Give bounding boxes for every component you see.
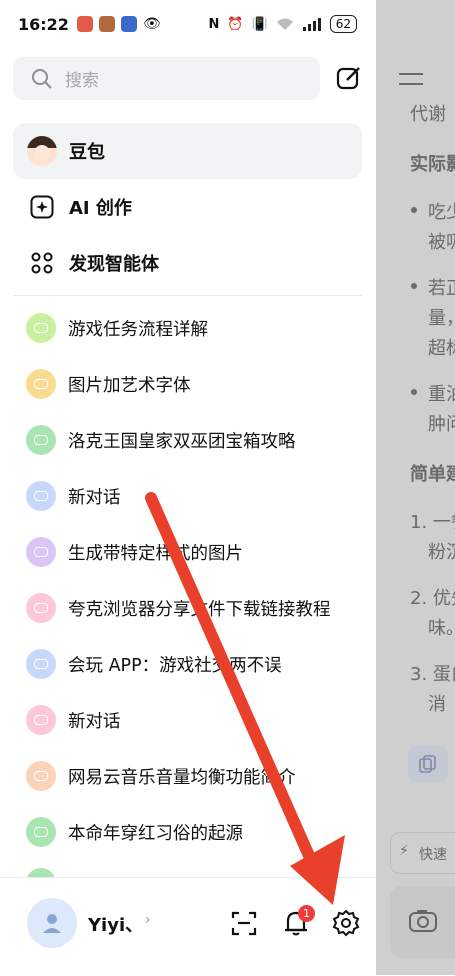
bg-text: 粉沉 xyxy=(428,542,455,563)
list-item[interactable]: 游戏任务流程详解 xyxy=(13,300,362,356)
bg-text: 超标 xyxy=(428,338,455,359)
eye-icon: 👁 xyxy=(142,16,161,32)
app-notification-icon xyxy=(120,16,137,32)
search-placeholder: 搜索 xyxy=(65,71,99,91)
bullet-dot xyxy=(411,207,417,213)
list-item[interactable]: 新对话 xyxy=(13,468,362,524)
bg-text: 味。 xyxy=(428,618,455,639)
chat-bubble-icon xyxy=(26,369,56,399)
app-notification-icon xyxy=(98,16,115,32)
chat-bubble-icon xyxy=(26,761,56,791)
chat-bubble-icon xyxy=(26,649,56,679)
lightning-icon: ⚡ xyxy=(399,843,409,859)
edit-icon xyxy=(336,67,360,90)
chat-title: 游戏任务流程详解 xyxy=(68,319,208,340)
chat-title: 洛克王国皇家双巫团宝箱攻略 xyxy=(68,431,296,452)
nav-doubao[interactable]: 豆包 xyxy=(13,123,362,179)
chat-bubble-icon xyxy=(26,817,56,847)
bg-text: 消 xyxy=(428,694,446,715)
scan-button[interactable] xyxy=(229,908,259,938)
list-item[interactable]: 洛克王国皇家双巫团宝箱攻略 xyxy=(13,412,362,468)
list-item[interactable]: 生成带特定样式的图片 xyxy=(13,524,362,580)
copy-button[interactable] xyxy=(408,746,448,782)
nav-label: AI 创作 xyxy=(69,198,132,219)
bg-text: 吃少 xyxy=(428,202,455,223)
bg-text: 1. 一餐 xyxy=(410,512,455,533)
list-item[interactable]: 网易云音乐音量均衡功能简介 xyxy=(13,748,362,804)
background-page-overlay[interactable]: 代谢 实际影 吃少 被吸 若正 量， 超标 重油 肿问 简单建 1. 一餐 粉沉… xyxy=(376,0,455,975)
signal-icon xyxy=(302,18,321,31)
nav-label: 发现智能体 xyxy=(69,254,159,275)
chat-title: 生成带特定样式的图片 xyxy=(68,543,243,564)
chat-title: 网易云音乐音量均衡功能简介 xyxy=(68,767,296,788)
bg-text: 2. 优先 xyxy=(410,588,455,609)
bullet-dot xyxy=(411,283,417,289)
chat-bubble-icon xyxy=(26,313,56,343)
list-item[interactable]: 会玩 APP：游戏社交两不误 xyxy=(13,636,362,692)
bullet-dot xyxy=(411,389,417,395)
bg-text: 代谢 xyxy=(410,104,446,125)
scan-icon xyxy=(231,911,257,936)
quick-button[interactable]: ⚡ 快速 xyxy=(390,832,455,874)
chat-title: 夸克浏览器分享文件下载链接教程 xyxy=(68,599,331,620)
bg-text: 重油 xyxy=(428,384,455,405)
bg-text: 被吸 xyxy=(428,232,455,253)
chat-bubble-icon xyxy=(26,705,56,735)
nav-label: 豆包 xyxy=(69,142,105,163)
bg-heading: 简单建 xyxy=(410,464,455,485)
chat-title: 本命年穿红习俗的起源 xyxy=(68,823,243,844)
clock: 16:22 xyxy=(18,14,69,34)
notification-badge: 1 xyxy=(298,905,315,922)
alarm-icon: ⏰ xyxy=(227,16,244,32)
chat-bubble-icon xyxy=(26,537,56,567)
sparkle-icon xyxy=(30,195,54,219)
chat-bubble-icon xyxy=(26,593,56,623)
user-name[interactable]: Yiyi、 xyxy=(88,911,143,937)
list-item[interactable]: 夸克浏览器分享文件下载链接教程 xyxy=(13,580,362,636)
quick-label: 快速 xyxy=(419,847,447,863)
wifi-icon xyxy=(276,18,293,30)
bg-heading: 实际影 xyxy=(410,154,455,175)
chevron-right-icon[interactable]: › xyxy=(145,912,151,928)
status-bar: 16:22 👁 N ⏰ 📳 62 xyxy=(0,0,375,48)
drawer-footer: Yiyi、 › 1 xyxy=(0,877,376,976)
list-item[interactable] xyxy=(13,858,362,878)
camera-icon xyxy=(409,910,437,932)
nav-discover-agents[interactable]: 发现智能体 xyxy=(13,235,362,291)
list-item[interactable]: 本命年穿红习俗的起源 xyxy=(13,804,362,860)
bg-text: 3. 蛋白 xyxy=(410,664,455,685)
chat-title: 新对话 xyxy=(68,711,121,732)
new-chat-button[interactable] xyxy=(334,63,364,93)
bg-text: 量， xyxy=(428,308,455,329)
divider xyxy=(13,295,362,296)
user-icon xyxy=(43,914,61,933)
bg-text: 若正 xyxy=(428,278,455,299)
search-icon xyxy=(32,68,52,89)
nav-ai-create[interactable]: AI 创作 xyxy=(13,179,362,235)
chat-title: 新对话 xyxy=(68,487,121,508)
nfc-icon: N xyxy=(208,16,220,32)
vibrate-icon: 📳 xyxy=(251,16,268,32)
settings-button[interactable] xyxy=(331,908,361,938)
menu-icon xyxy=(399,73,423,85)
gear-icon xyxy=(332,909,360,937)
chat-bubble-icon xyxy=(26,425,56,455)
list-item[interactable]: 图片加艺术字体 xyxy=(13,356,362,412)
input-area[interactable] xyxy=(390,886,455,958)
chat-title: 图片加艺术字体 xyxy=(68,375,191,396)
search-bar[interactable]: 搜索 xyxy=(13,57,320,100)
chat-bubble-icon xyxy=(26,481,56,511)
chat-title: 会玩 APP：游戏社交两不误 xyxy=(68,655,282,676)
app-notification-icon xyxy=(76,16,93,32)
user-avatar[interactable] xyxy=(27,898,77,948)
battery-indicator: 62 xyxy=(329,15,357,33)
doubao-avatar xyxy=(27,136,57,166)
list-item[interactable]: 新对话 xyxy=(13,692,362,748)
copy-icon xyxy=(419,755,436,773)
grid-icon xyxy=(31,252,53,274)
side-drawer: 16:22 👁 N ⏰ 📳 62 搜索 豆包 AI 创作 发现智能体 游戏任务流… xyxy=(0,0,376,976)
bg-text: 肿问 xyxy=(428,414,455,435)
